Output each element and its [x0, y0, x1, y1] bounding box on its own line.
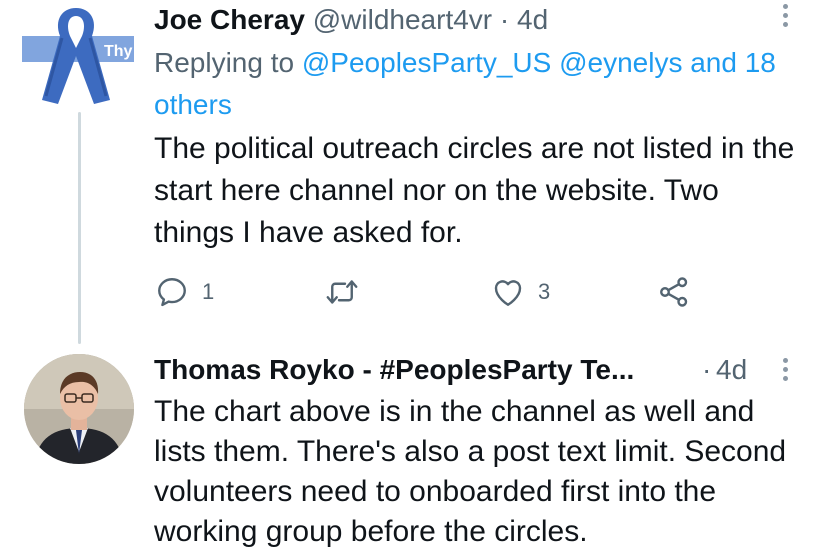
blue-ribbon-icon: Thy — [22, 8, 134, 104]
retweet-button[interactable] — [324, 272, 372, 312]
display-name[interactable]: Thomas Royko - #PeoplesParty Te... — [154, 350, 634, 390]
timestamp[interactable]: 4d — [716, 350, 747, 390]
separator-dot: · — [499, 4, 510, 35]
reply-count: 1 — [202, 279, 215, 304]
display-name[interactable]: Joe Cheray — [154, 4, 305, 35]
more-options-button[interactable] — [778, 358, 792, 386]
replying-to-label: Replying to — [154, 47, 295, 78]
tweet1-header: Joe Cheray @wildheart4vr · 4d — [154, 2, 548, 38]
profile-photo — [24, 354, 134, 464]
like-icon — [494, 280, 522, 306]
tweet1-text: The political outreach circles are not l… — [154, 132, 795, 249]
tweet2-text: The chart above is in the channel as wel… — [154, 395, 787, 548]
share-icon — [660, 277, 688, 307]
replying-to-mentions[interactable]: @PeoplesParty_US @eynelys — [302, 47, 683, 78]
more-icon — [782, 358, 788, 363]
tweet2-header: Thomas Royko - #PeoplesParty Te... · 4d — [154, 350, 754, 390]
separator-dot: · — [702, 354, 712, 385]
more-options-button[interactable] — [778, 4, 792, 32]
user-handle[interactable]: @wildheart4vr — [313, 4, 492, 35]
avatar-joe-cheray[interactable]: Thy — [22, 4, 134, 108]
reply-button[interactable]: 1 — [154, 272, 214, 312]
like-count: 3 — [538, 279, 551, 304]
thread-connector-line — [78, 112, 81, 344]
timestamp[interactable]: 4d — [517, 4, 548, 35]
share-button[interactable] — [656, 272, 692, 312]
reply-icon — [158, 278, 186, 307]
ribbon-text: Thy — [104, 43, 133, 60]
more-icon — [782, 4, 788, 9]
avatar-thomas-royko[interactable] — [24, 354, 134, 464]
replying-to-line: Replying to @PeoplesParty_US @eynelys an… — [154, 42, 814, 126]
replying-to-and: and — [690, 47, 737, 78]
retweet-icon — [326, 280, 358, 304]
like-button[interactable]: 3 — [490, 272, 550, 312]
